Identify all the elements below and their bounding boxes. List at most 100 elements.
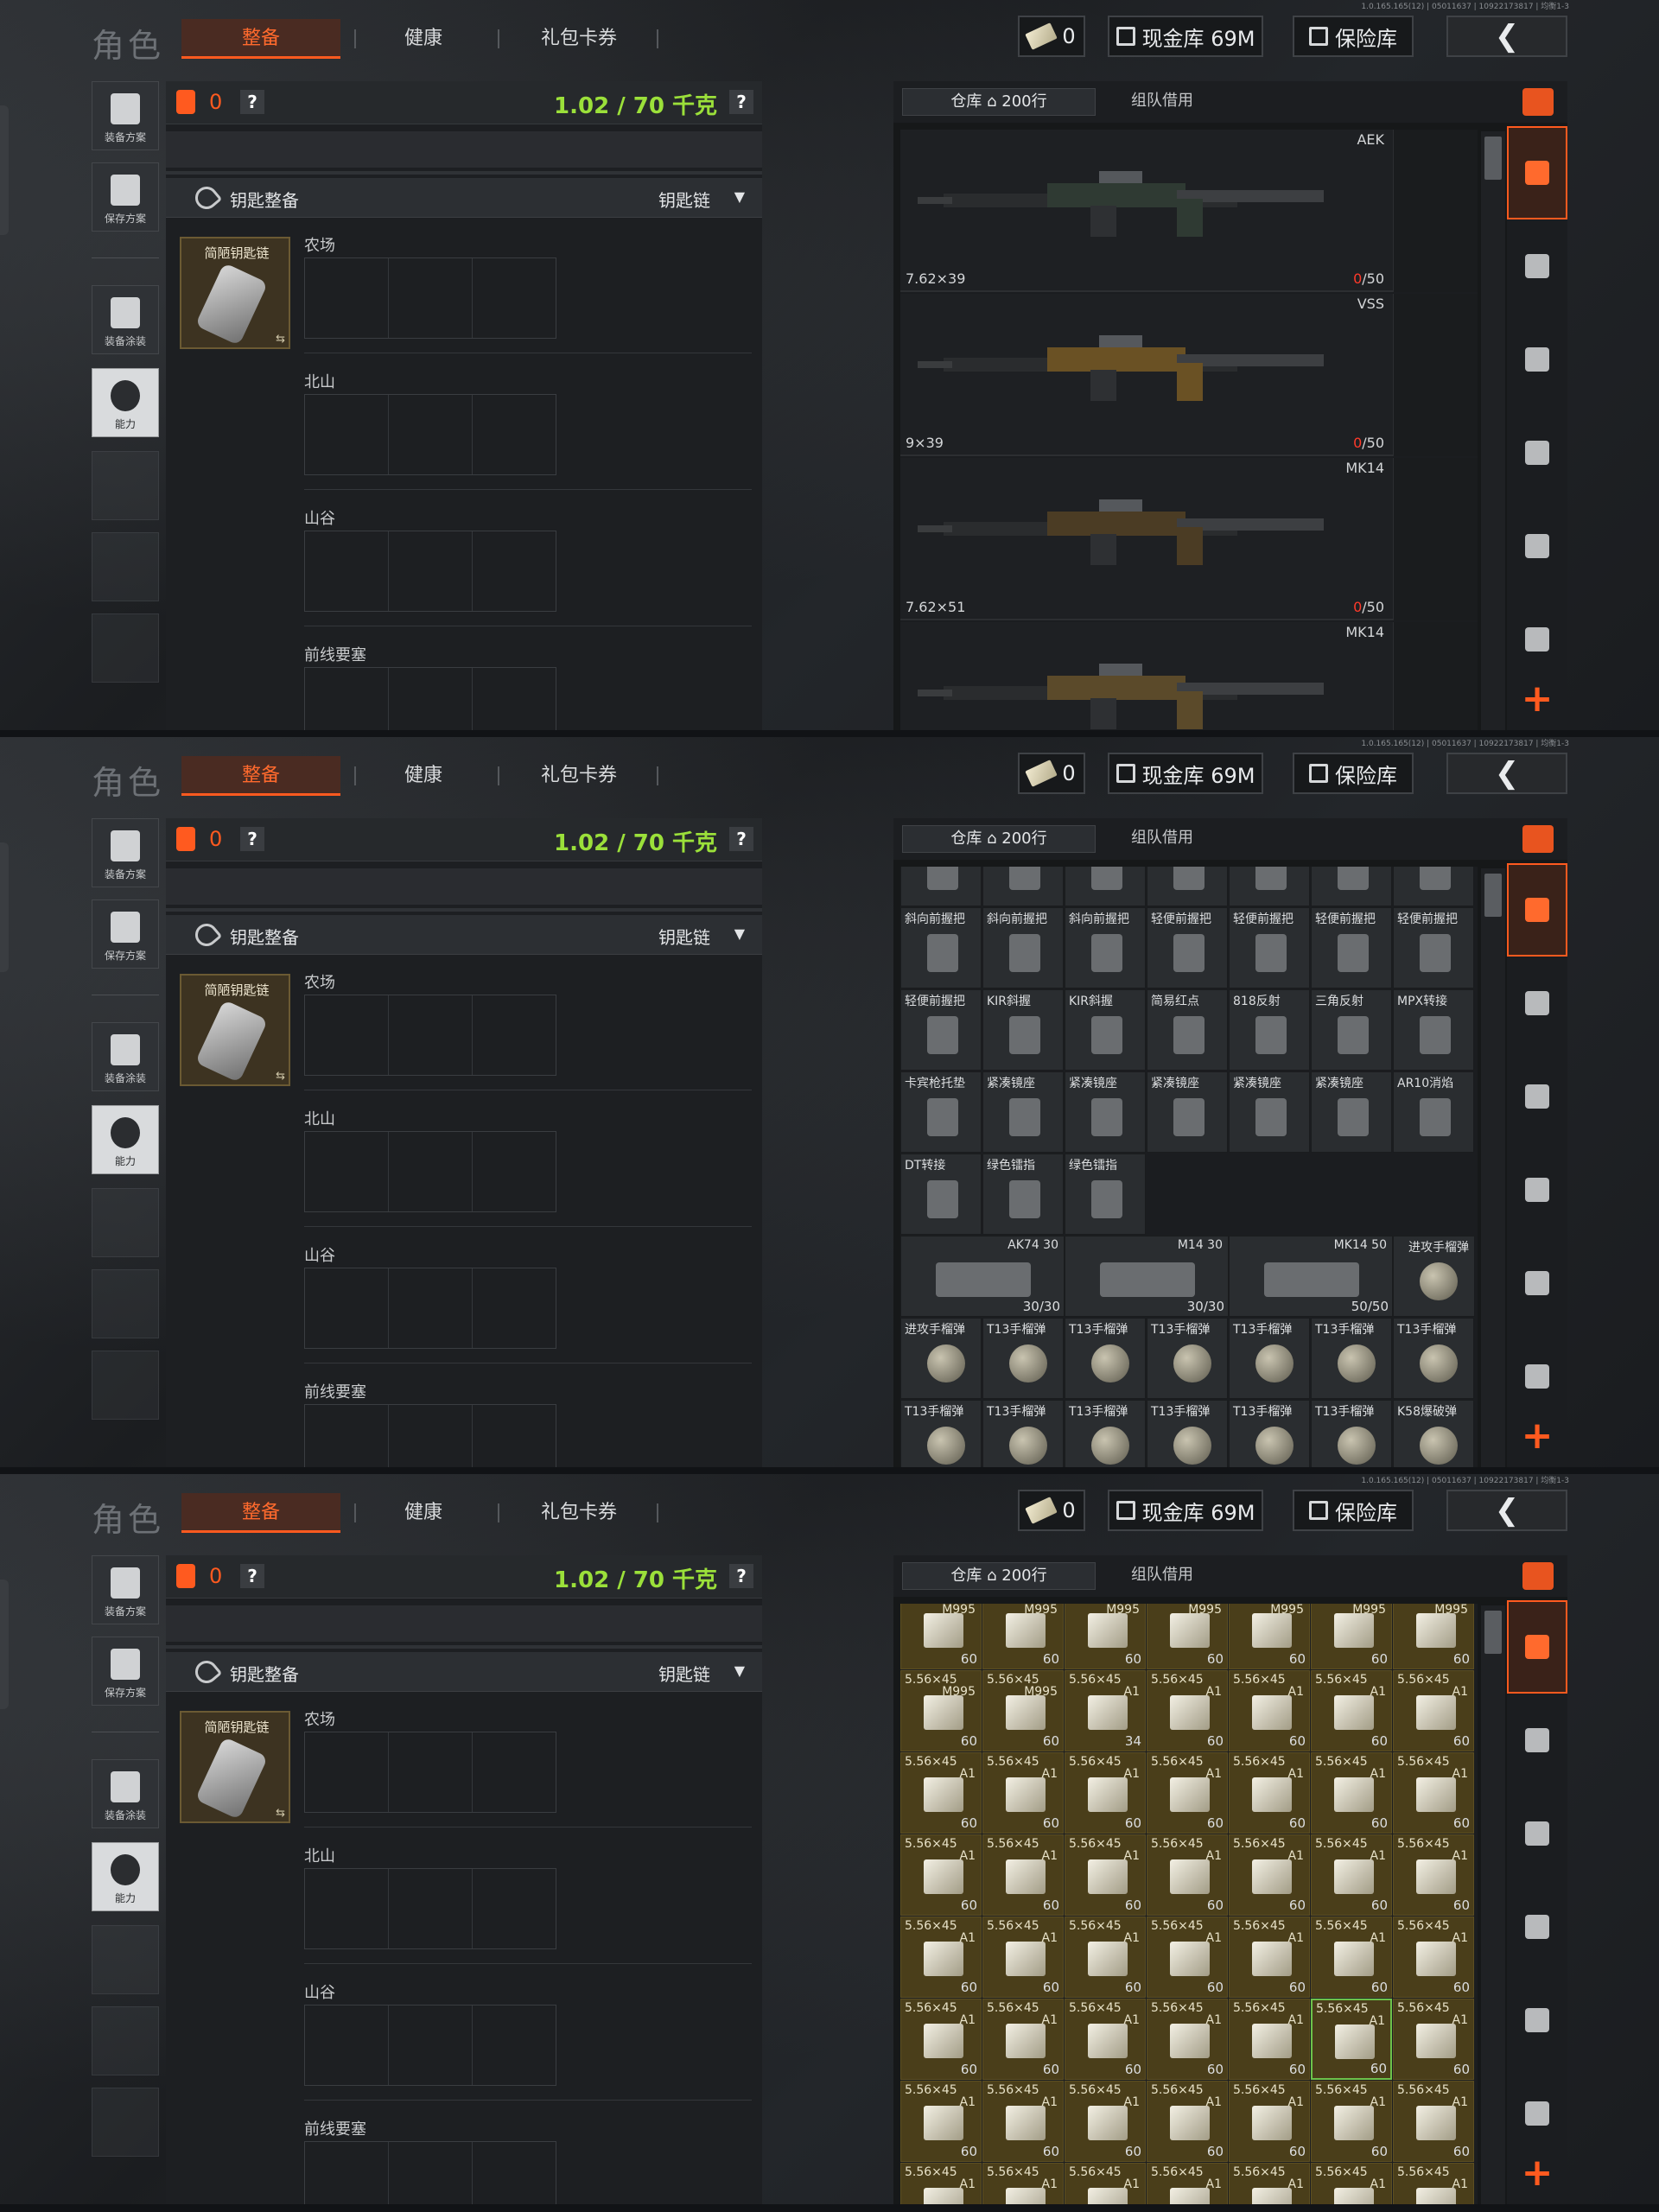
category-weapons[interactable] [1507, 313, 1567, 406]
ability-button[interactable]: 能力 [92, 1105, 159, 1174]
item-cell[interactable]: T13手榴弹 [1147, 1318, 1228, 1399]
ammo-cell[interactable]: 5.56×45A160 [1065, 1752, 1146, 1834]
ammo-cell[interactable]: 5.56×45A160 [900, 2163, 982, 2204]
back-button[interactable]: ❮ [1446, 1490, 1567, 1531]
tab-storage[interactable]: 仓库 ⌂ 200行 [902, 825, 1096, 853]
ammo-cell[interactable]: 5.56×45A160 [1393, 1999, 1474, 2080]
item-cell[interactable]: 轻便前握把 [1393, 907, 1474, 988]
tab-health[interactable]: 健康 [380, 19, 467, 59]
ammo-cell[interactable]: 5.56×45M99560 [982, 1670, 1064, 1751]
cash-vault-button[interactable]: 现金库 69M [1108, 16, 1263, 57]
loadout-plan-button[interactable]: 装备方案 [92, 81, 159, 150]
map-key-slots[interactable] [304, 2005, 556, 2086]
category-all[interactable] [1507, 126, 1567, 219]
item-cell[interactable]: T13手榴弹 [1147, 1400, 1228, 1467]
item-cell[interactable]: T13手榴弹 [1229, 1318, 1310, 1399]
category-magazines[interactable] [1507, 1143, 1567, 1236]
loadout-plan-button[interactable]: 装备方案 [92, 818, 159, 887]
tab-loadout[interactable]: 整备 [181, 19, 340, 59]
map-key-slots[interactable] [304, 531, 556, 612]
ammo-cell[interactable]: 5.56×45A160 [1311, 1670, 1392, 1751]
tab-storage[interactable]: 仓库 ⌂ 200行 [902, 88, 1096, 116]
item-cell[interactable]: 进攻手榴弹 [1393, 1236, 1475, 1317]
ability-button[interactable]: 能力 [92, 1842, 159, 1911]
ammo-cell[interactable]: 5.56×45A160 [982, 2081, 1064, 2162]
item-cell[interactable]: 紧凑镜座 [1311, 1071, 1392, 1153]
ammo-cell[interactable]: 5.56×45M99560 [900, 1604, 982, 1669]
ammo-cell[interactable]: 5.56×45A160 [1147, 1916, 1228, 1998]
ammo-cell[interactable]: 5.56×45A160 [900, 1999, 982, 2080]
category-weapons[interactable] [1507, 1050, 1567, 1143]
category-attachments[interactable] [1507, 2067, 1567, 2160]
map-key-slots[interactable] [304, 394, 556, 475]
tab-gift-coupons[interactable]: 礼包卡券 [518, 756, 639, 796]
item-cell[interactable]: 紧凑镜座 [1147, 1071, 1228, 1153]
item-cell[interactable]: T13手榴弹 [1229, 1400, 1310, 1467]
help-icon[interactable]: ? [240, 90, 264, 114]
item-cell[interactable]: 紧凑镜座 [1229, 1071, 1310, 1153]
key-chain-select[interactable]: 钥匙链 [658, 1661, 710, 1686]
ammo-cell[interactable]: 5.56×45A160 [1311, 2163, 1392, 2204]
item-cell[interactable]: T13手榴弹 [1065, 1318, 1146, 1399]
save-plan-button[interactable]: 保存方案 [92, 162, 159, 232]
chevron-down-icon[interactable]: ▼ [734, 1662, 745, 1679]
item-cell[interactable]: 三角反射 [1311, 989, 1392, 1071]
ammo-cell[interactable]: 5.56×45M99560 [900, 1670, 982, 1751]
ammo-cell[interactable]: 5.56×45M99560 [1393, 1604, 1474, 1669]
ammo-cell[interactable]: 5.56×45A160 [982, 1834, 1064, 1916]
save-plan-button[interactable]: 保存方案 [92, 899, 159, 969]
magazine-cell[interactable]: M14 30 30/30 [1065, 1236, 1229, 1317]
chevron-down-icon[interactable]: ▼ [734, 925, 745, 942]
key-loadout-header[interactable]: 钥匙整备 钥匙链 ▼ [166, 1652, 762, 1692]
ammo-cell[interactable]: 5.56×45A160 [1065, 1834, 1146, 1916]
add-icon[interactable]: + [1507, 1412, 1567, 1460]
item-cell[interactable]: 简易红点 [1147, 989, 1228, 1071]
scroll-thumb[interactable] [1484, 1611, 1502, 1654]
item-cell[interactable]: 进攻手榴弹 [900, 1318, 982, 1399]
ammo-cell[interactable]: 5.56×45M99560 [982, 1604, 1064, 1669]
edge-handle[interactable] [0, 1580, 9, 1709]
swap-icon[interactable]: ⇆ [276, 333, 285, 346]
item-cell[interactable]: T13手榴弹 [1393, 1318, 1474, 1399]
ammo-cell[interactable]: 5.56×45A160 [1147, 1999, 1228, 2080]
ammo-cell[interactable]: 5.56×45A160 [1311, 1834, 1392, 1916]
ammo-cell[interactable]: 5.56×45A160 [1229, 2163, 1310, 2204]
loadout-plan-button[interactable]: 装备方案 [92, 1555, 159, 1624]
item-cell[interactable]: 绿色镭指 [982, 1154, 1064, 1235]
edge-handle[interactable] [0, 842, 9, 972]
weapon-row[interactable]: MK14 7.62×51 0/50 [900, 458, 1393, 620]
ammo-cell[interactable]: 5.56×45A160 [1065, 2163, 1146, 2204]
item-cell[interactable]: KIR斜握 [982, 989, 1064, 1071]
ammo-cell[interactable]: 5.56×45A160 [1311, 2081, 1392, 2162]
ammo-cell[interactable]: 5.56×45A160 [1147, 2163, 1228, 2204]
weight-help-icon[interactable]: ? [729, 90, 753, 114]
equipment-skin-button[interactable]: 装备涂装 [92, 1759, 159, 1828]
equipment-skin-button[interactable]: 装备涂装 [92, 1022, 159, 1091]
ammo-cell[interactable]: 5.56×45A160 [1393, 1670, 1474, 1751]
ammo-cell[interactable]: 5.56×45A160 [1311, 1916, 1392, 1998]
ammo-cell[interactable]: 5.56×45A160 [1393, 1916, 1474, 1998]
ammo-cell[interactable]: 5.56×45A160 [1393, 1834, 1474, 1916]
inventory-grid[interactable]: AEK 7.62×39 0/50 VSS 9×39 0/50 MK14 7.62… [900, 130, 1478, 730]
weapon-row[interactable]: AEK 7.62×39 0/50 [900, 130, 1393, 292]
ammo-cell[interactable]: 5.56×45A160 [1229, 1752, 1310, 1834]
save-plan-button[interactable]: 保存方案 [92, 1637, 159, 1706]
cash-vault-button[interactable]: 现金库 69M [1108, 753, 1263, 794]
item-cell[interactable] [1311, 867, 1392, 906]
tab-team-borrow[interactable]: 组队借用 [1097, 88, 1227, 116]
ammo-cell[interactable]: 5.56×45 A1 34 [1065, 1670, 1146, 1751]
ammo-cell[interactable]: 5.56×45A160 [1229, 1670, 1310, 1751]
ammo-cell[interactable]: 5.56×45A160 [982, 1916, 1064, 1998]
swap-icon[interactable]: ⇆ [276, 1070, 285, 1083]
weight-help-icon[interactable]: ? [729, 827, 753, 851]
key-chain-select[interactable]: 钥匙链 [658, 924, 710, 949]
item-cell[interactable]: 818反射 [1229, 989, 1310, 1071]
category-weapons[interactable] [1507, 1787, 1567, 1880]
ammo-cell[interactable]: 5.56×45A160 [1229, 1834, 1310, 1916]
sort-icon[interactable] [1522, 1562, 1554, 1590]
magazine-cell[interactable]: MK14 50 50/50 [1229, 1236, 1393, 1317]
item-cell[interactable]: 轻便前握把 [1229, 907, 1310, 988]
map-key-slots[interactable] [304, 1404, 556, 1467]
key-loadout-header[interactable]: 钥匙整备 钥匙链 ▼ [166, 915, 762, 955]
ammo-cell[interactable]: 5.56×45A160 [1147, 1670, 1228, 1751]
